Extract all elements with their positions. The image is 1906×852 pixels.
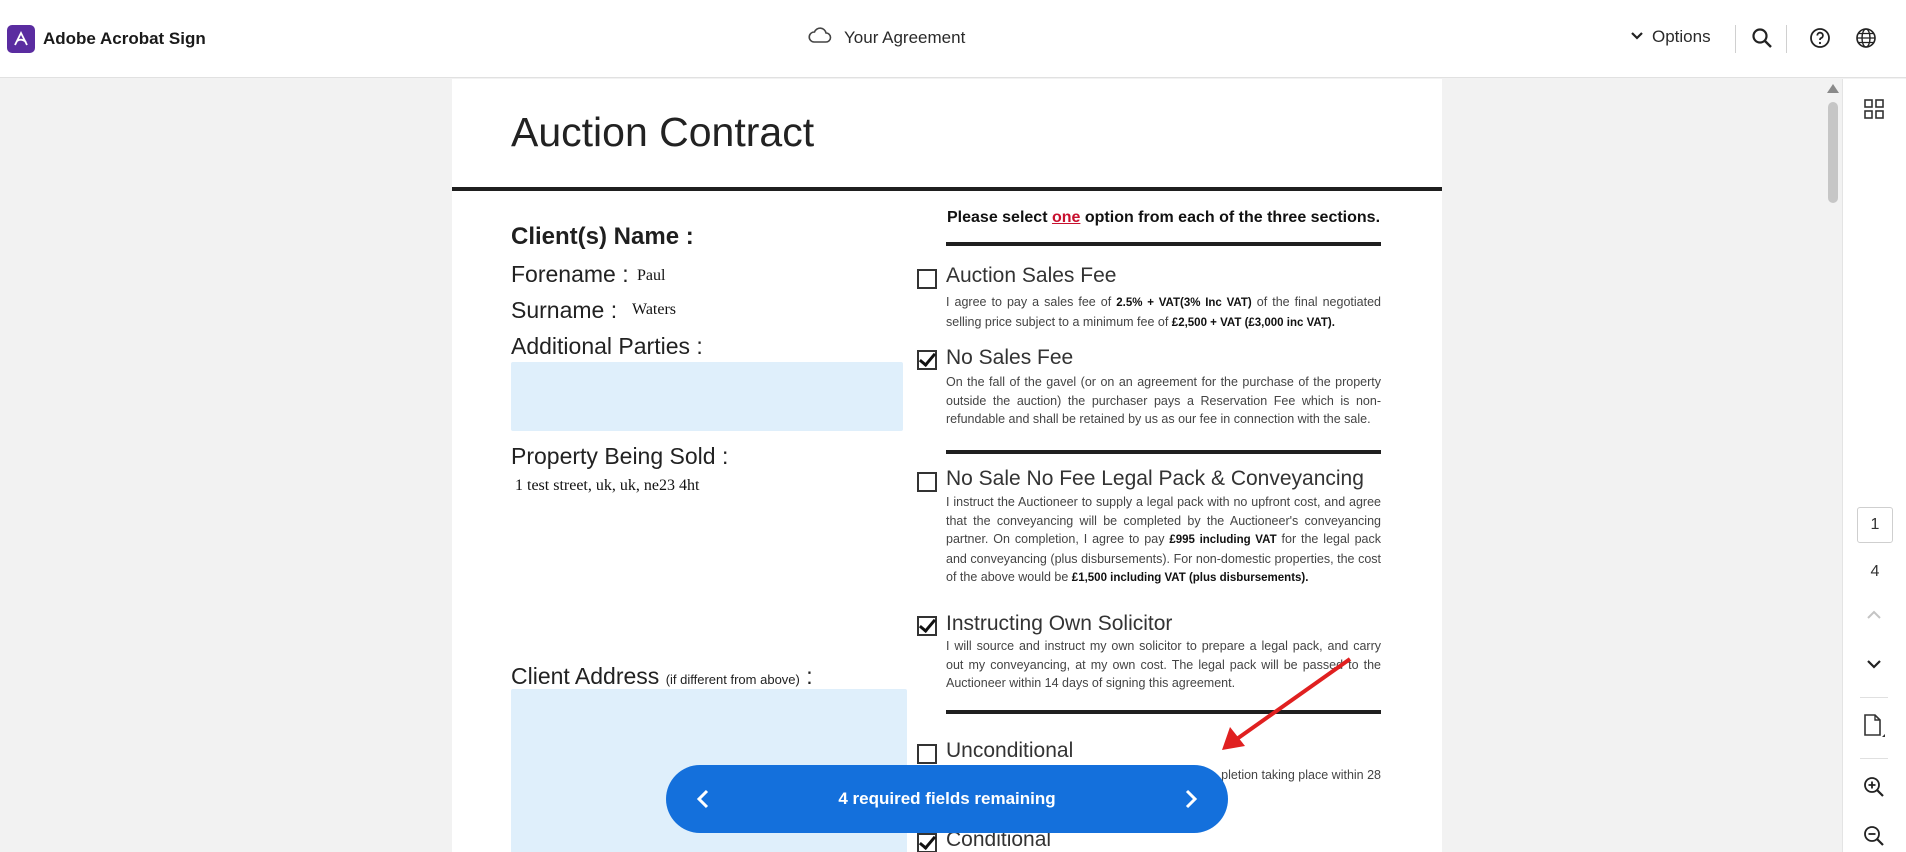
section-divider [946, 450, 1381, 454]
chevron-down-icon [1630, 28, 1644, 46]
option-title: No Sales Fee [946, 346, 1074, 369]
surname-value: Waters [632, 301, 677, 318]
option-text-bold: 2.5% + VAT(3% Inc VAT) [1116, 297, 1252, 309]
help-icon[interactable] [1806, 24, 1834, 52]
additional-parties-field[interactable] [511, 362, 903, 431]
instructing-own-solicitor-checkbox[interactable] [917, 616, 937, 636]
option-text-bold: £995 including VAT [1169, 534, 1277, 546]
option-title: Auction Sales Fee [946, 264, 1117, 287]
client-name-label: Client(s) Name : [511, 223, 694, 250]
options-label: Options [1652, 27, 1711, 46]
property-value: 1 test street, uk, uk, ne23 4ht [515, 477, 700, 494]
options-menu[interactable]: Options [1630, 27, 1711, 47]
next-field-button[interactable] [1174, 782, 1208, 816]
option-text-bold: £1,500 including VAT (plus disbursements… [1071, 572, 1309, 584]
page-icon[interactable] [1860, 712, 1888, 740]
instruction-text: Please select one option from each of th… [947, 209, 1380, 227]
acrobat-logo-icon [7, 25, 35, 53]
option-title: Instructing Own Solicitor [946, 612, 1173, 635]
brand-name: Adobe Acrobat Sign [43, 29, 206, 48]
option-title: Unconditional [946, 739, 1074, 762]
annotation-arrow-icon [1222, 657, 1352, 750]
chevron-up-icon[interactable] [1860, 601, 1888, 629]
search-icon[interactable] [1748, 24, 1776, 52]
page-title: Auction Contract [511, 109, 815, 155]
forename-value: Paul [637, 267, 666, 284]
document-title-text: Your Agreement [844, 27, 966, 47]
client-address-label-text: Client Address [511, 663, 660, 689]
instruction-post: option from each of the three sections. [1080, 209, 1381, 226]
unconditional-checkbox[interactable] [917, 744, 937, 764]
top-bar: Adobe Acrobat Sign Your Agreement Option… [0, 0, 1906, 78]
client-address-note: (if different from above) [665, 672, 800, 687]
option-text-part: I agree to pay a sales fee of [946, 295, 1117, 309]
no-sales-fee-checkbox[interactable] [917, 350, 937, 370]
chevron-down-icon[interactable] [1860, 650, 1888, 678]
toolbar-divider [1786, 25, 1787, 53]
divider [452, 187, 1442, 191]
property-label: Property Being Sold : [511, 443, 729, 469]
required-fields-text: 4 required fields remaining [838, 789, 1056, 808]
cloud-icon [808, 26, 832, 49]
option-description: I instruct the Auctioneer to supply a le… [946, 493, 1381, 588]
section-divider [946, 242, 1381, 246]
conditional-checkbox[interactable] [917, 833, 937, 852]
instruction-emphasis: one [1051, 209, 1081, 226]
instruction-pre: Please select [947, 209, 1052, 226]
zoom-out-icon[interactable] [1860, 822, 1888, 850]
previous-field-button[interactable] [686, 782, 720, 816]
zoom-in-icon[interactable] [1860, 773, 1888, 801]
auction-sales-fee-checkbox[interactable] [917, 269, 937, 289]
rail-divider [1860, 758, 1888, 759]
globe-icon[interactable] [1852, 24, 1880, 52]
option-description: On the fall of the gavel (or on an agree… [946, 375, 1381, 426]
chevron-right-icon [1185, 789, 1198, 809]
option-text-bold: £2,500 + VAT (£3,000 inc VAT). [1171, 316, 1335, 329]
forename-label: Forename : [511, 261, 629, 287]
additional-parties-label: Additional Parties : [511, 333, 703, 359]
no-sale-no-fee-checkbox[interactable] [917, 472, 937, 492]
client-address-colon: : [806, 663, 813, 689]
scrollbar-thumb[interactable] [1828, 102, 1838, 203]
current-page-field[interactable]: 1 [1857, 507, 1893, 543]
client-address-label: Client Address (if different from above)… [511, 663, 813, 690]
option-title: No Sale No Fee Legal Pack & Conveyancing [946, 467, 1364, 490]
rail-divider [1860, 697, 1888, 698]
document-title: Your Agreement [808, 26, 965, 49]
scroll-up-arrow[interactable] [1827, 84, 1839, 93]
thumbnails-icon[interactable] [1860, 95, 1888, 123]
required-fields-bar[interactable]: 4 required fields remaining [666, 765, 1228, 833]
chevron-left-icon [696, 789, 709, 809]
toolbar-divider [1735, 25, 1736, 53]
surname-label: Surname : [511, 297, 618, 323]
brand: Adobe Acrobat Sign [7, 25, 206, 53]
option-description: I agree to pay a sales fee of 2.5% + VAT… [946, 293, 1381, 332]
total-pages: 4 [1870, 563, 1880, 580]
